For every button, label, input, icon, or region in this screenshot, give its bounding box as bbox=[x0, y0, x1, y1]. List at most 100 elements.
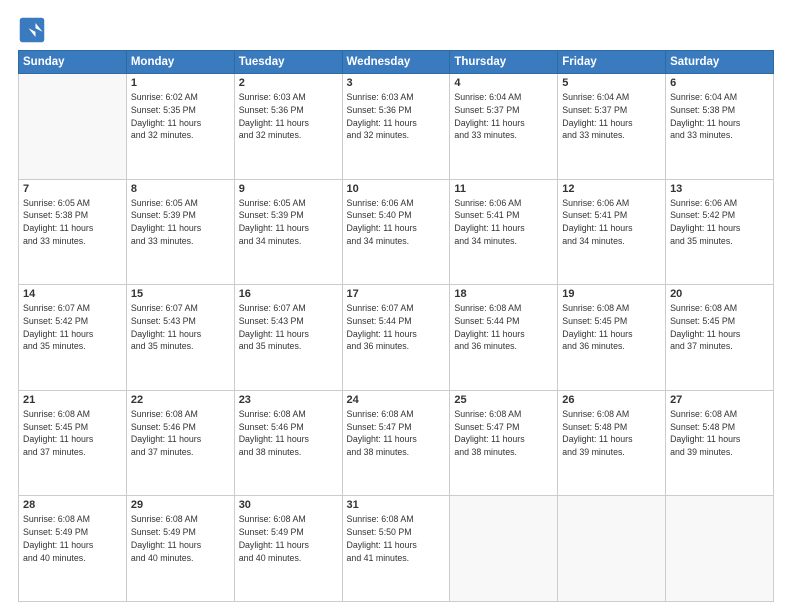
day-info: Sunrise: 6:06 AM Sunset: 5:40 PM Dayligh… bbox=[347, 197, 446, 248]
calendar-cell: 2 Sunrise: 6:03 AM Sunset: 5:36 PM Daylig… bbox=[234, 74, 342, 180]
day-info: Sunrise: 6:08 AM Sunset: 5:45 PM Dayligh… bbox=[670, 302, 769, 353]
day-number: 4 bbox=[454, 77, 553, 89]
day-info: Sunrise: 6:08 AM Sunset: 5:46 PM Dayligh… bbox=[239, 408, 338, 459]
day-number: 17 bbox=[347, 288, 446, 300]
day-info: Sunrise: 6:07 AM Sunset: 5:42 PM Dayligh… bbox=[23, 302, 122, 353]
week-row: 21Sunrise: 6:08 AM Sunset: 5:45 PM Dayli… bbox=[19, 390, 774, 496]
day-info: Sunrise: 6:08 AM Sunset: 5:45 PM Dayligh… bbox=[23, 408, 122, 459]
week-row: 7 Sunrise: 6:05 AM Sunset: 5:38 PM Daylig… bbox=[19, 179, 774, 285]
day-info: Sunrise: 6:08 AM Sunset: 5:49 PM Dayligh… bbox=[239, 513, 338, 564]
weekday-header: Tuesday bbox=[234, 51, 342, 74]
calendar-cell: 27 Sunrise: 6:08 AM Sunset: 5:48 PM Dayli… bbox=[666, 390, 774, 496]
day-info: Sunrise: 6:04 AM Sunset: 5:38 PM Dayligh… bbox=[670, 91, 769, 142]
day-info: Sunrise: 6:04 AM Sunset: 5:37 PM Dayligh… bbox=[562, 91, 661, 142]
day-info: Sunrise: 6:05 AM Sunset: 5:39 PM Dayligh… bbox=[239, 197, 338, 248]
day-number: 20 bbox=[670, 288, 769, 300]
day-number: 6 bbox=[670, 77, 769, 89]
day-info: Sunrise: 6:03 AM Sunset: 5:36 PM Dayligh… bbox=[239, 91, 338, 142]
day-number: 5 bbox=[562, 77, 661, 89]
logo-icon bbox=[18, 16, 46, 44]
day-info: Sunrise: 6:08 AM Sunset: 5:48 PM Dayligh… bbox=[670, 408, 769, 459]
day-info: Sunrise: 6:07 AM Sunset: 5:43 PM Dayligh… bbox=[131, 302, 230, 353]
calendar-cell: 8 Sunrise: 6:05 AM Sunset: 5:39 PM Daylig… bbox=[126, 179, 234, 285]
day-number: 3 bbox=[347, 77, 446, 89]
page-header bbox=[18, 16, 774, 44]
calendar-cell: 14 Sunrise: 6:07 AM Sunset: 5:42 PM Dayli… bbox=[19, 285, 127, 391]
day-number: 2 bbox=[239, 77, 338, 89]
day-info: Sunrise: 6:06 AM Sunset: 5:42 PM Dayligh… bbox=[670, 197, 769, 248]
day-info: Sunrise: 6:04 AM Sunset: 5:37 PM Dayligh… bbox=[454, 91, 553, 142]
calendar-cell bbox=[558, 496, 666, 602]
day-number: 8 bbox=[131, 183, 230, 195]
day-info: Sunrise: 6:03 AM Sunset: 5:36 PM Dayligh… bbox=[347, 91, 446, 142]
logo bbox=[18, 16, 50, 44]
calendar-cell: 21Sunrise: 6:08 AM Sunset: 5:45 PM Dayli… bbox=[19, 390, 127, 496]
weekday-header-row: SundayMondayTuesdayWednesdayThursdayFrid… bbox=[19, 51, 774, 74]
day-number: 28 bbox=[23, 499, 122, 511]
calendar-cell bbox=[666, 496, 774, 602]
day-info: Sunrise: 6:08 AM Sunset: 5:47 PM Dayligh… bbox=[454, 408, 553, 459]
calendar-cell: 15 Sunrise: 6:07 AM Sunset: 5:43 PM Dayli… bbox=[126, 285, 234, 391]
day-number: 26 bbox=[562, 394, 661, 406]
day-info: Sunrise: 6:08 AM Sunset: 5:49 PM Dayligh… bbox=[23, 513, 122, 564]
day-info: Sunrise: 6:05 AM Sunset: 5:39 PM Dayligh… bbox=[131, 197, 230, 248]
weekday-header: Saturday bbox=[666, 51, 774, 74]
calendar-cell: 12Sunrise: 6:06 AM Sunset: 5:41 PM Dayli… bbox=[558, 179, 666, 285]
day-number: 12 bbox=[562, 183, 661, 195]
weekday-header: Wednesday bbox=[342, 51, 450, 74]
day-number: 10 bbox=[347, 183, 446, 195]
weekday-header: Thursday bbox=[450, 51, 558, 74]
calendar-cell: 24 Sunrise: 6:08 AM Sunset: 5:47 PM Dayli… bbox=[342, 390, 450, 496]
calendar-cell: 10 Sunrise: 6:06 AM Sunset: 5:40 PM Dayli… bbox=[342, 179, 450, 285]
day-number: 9 bbox=[239, 183, 338, 195]
calendar-cell: 6 Sunrise: 6:04 AM Sunset: 5:38 PM Daylig… bbox=[666, 74, 774, 180]
day-info: Sunrise: 6:08 AM Sunset: 5:48 PM Dayligh… bbox=[562, 408, 661, 459]
day-info: Sunrise: 6:08 AM Sunset: 5:47 PM Dayligh… bbox=[347, 408, 446, 459]
day-number: 22 bbox=[131, 394, 230, 406]
calendar-cell: 4 Sunrise: 6:04 AM Sunset: 5:37 PM Daylig… bbox=[450, 74, 558, 180]
day-info: Sunrise: 6:07 AM Sunset: 5:44 PM Dayligh… bbox=[347, 302, 446, 353]
day-info: Sunrise: 6:08 AM Sunset: 5:46 PM Dayligh… bbox=[131, 408, 230, 459]
calendar-cell: 23Sunrise: 6:08 AM Sunset: 5:46 PM Dayli… bbox=[234, 390, 342, 496]
calendar-table: SundayMondayTuesdayWednesdayThursdayFrid… bbox=[18, 50, 774, 602]
day-info: Sunrise: 6:08 AM Sunset: 5:49 PM Dayligh… bbox=[131, 513, 230, 564]
week-row: 1 Sunrise: 6:02 AM Sunset: 5:35 PM Daylig… bbox=[19, 74, 774, 180]
calendar-cell bbox=[450, 496, 558, 602]
calendar-cell: 11Sunrise: 6:06 AM Sunset: 5:41 PM Dayli… bbox=[450, 179, 558, 285]
week-row: 14 Sunrise: 6:07 AM Sunset: 5:42 PM Dayli… bbox=[19, 285, 774, 391]
day-number: 7 bbox=[23, 183, 122, 195]
day-number: 19 bbox=[562, 288, 661, 300]
calendar-cell: 7 Sunrise: 6:05 AM Sunset: 5:38 PM Daylig… bbox=[19, 179, 127, 285]
calendar-cell: 30 Sunrise: 6:08 AM Sunset: 5:49 PM Dayli… bbox=[234, 496, 342, 602]
day-info: Sunrise: 6:05 AM Sunset: 5:38 PM Dayligh… bbox=[23, 197, 122, 248]
day-info: Sunrise: 6:02 AM Sunset: 5:35 PM Dayligh… bbox=[131, 91, 230, 142]
day-number: 13 bbox=[670, 183, 769, 195]
calendar-cell: 19 Sunrise: 6:08 AM Sunset: 5:45 PM Dayli… bbox=[558, 285, 666, 391]
calendar-cell: 28 Sunrise: 6:08 AM Sunset: 5:49 PM Dayli… bbox=[19, 496, 127, 602]
calendar-cell: 31Sunrise: 6:08 AM Sunset: 5:50 PM Dayli… bbox=[342, 496, 450, 602]
calendar-cell: 3 Sunrise: 6:03 AM Sunset: 5:36 PM Daylig… bbox=[342, 74, 450, 180]
calendar-cell: 29 Sunrise: 6:08 AM Sunset: 5:49 PM Dayli… bbox=[126, 496, 234, 602]
calendar-cell: 13 Sunrise: 6:06 AM Sunset: 5:42 PM Dayli… bbox=[666, 179, 774, 285]
day-info: Sunrise: 6:06 AM Sunset: 5:41 PM Dayligh… bbox=[454, 197, 553, 248]
day-number: 31 bbox=[347, 499, 446, 511]
day-number: 29 bbox=[131, 499, 230, 511]
day-number: 27 bbox=[670, 394, 769, 406]
calendar-cell: 9 Sunrise: 6:05 AM Sunset: 5:39 PM Daylig… bbox=[234, 179, 342, 285]
day-info: Sunrise: 6:07 AM Sunset: 5:43 PM Dayligh… bbox=[239, 302, 338, 353]
calendar-cell: 18Sunrise: 6:08 AM Sunset: 5:44 PM Dayli… bbox=[450, 285, 558, 391]
day-number: 1 bbox=[131, 77, 230, 89]
day-number: 15 bbox=[131, 288, 230, 300]
day-number: 30 bbox=[239, 499, 338, 511]
calendar-cell: 1 Sunrise: 6:02 AM Sunset: 5:35 PM Daylig… bbox=[126, 74, 234, 180]
calendar-cell: 17 Sunrise: 6:07 AM Sunset: 5:44 PM Dayli… bbox=[342, 285, 450, 391]
day-number: 14 bbox=[23, 288, 122, 300]
calendar-cell: 16 Sunrise: 6:07 AM Sunset: 5:43 PM Dayli… bbox=[234, 285, 342, 391]
weekday-header: Friday bbox=[558, 51, 666, 74]
day-number: 25 bbox=[454, 394, 553, 406]
day-number: 24 bbox=[347, 394, 446, 406]
day-info: Sunrise: 6:08 AM Sunset: 5:45 PM Dayligh… bbox=[562, 302, 661, 353]
calendar-cell: 20 Sunrise: 6:08 AM Sunset: 5:45 PM Dayli… bbox=[666, 285, 774, 391]
weekday-header: Sunday bbox=[19, 51, 127, 74]
day-number: 16 bbox=[239, 288, 338, 300]
